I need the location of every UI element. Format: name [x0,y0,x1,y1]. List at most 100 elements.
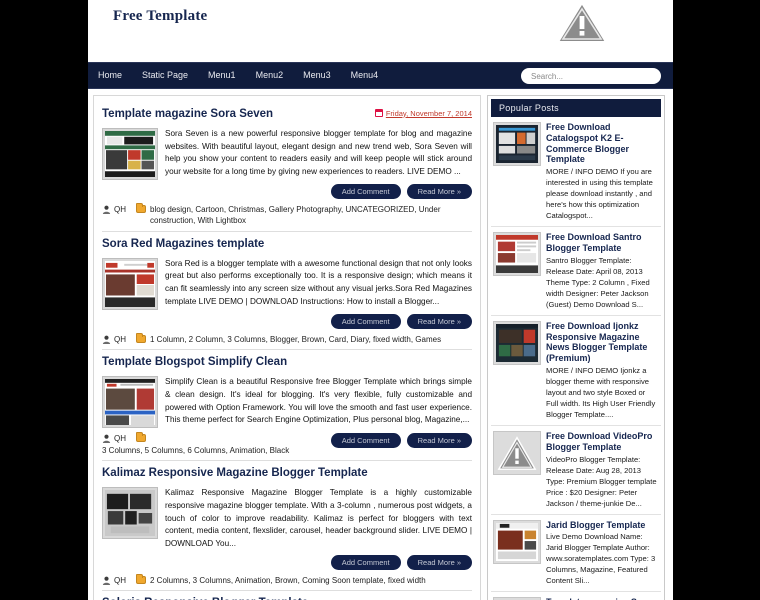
post-thumbnail[interactable] [102,127,158,180]
nav-item-home[interactable]: Home [88,62,132,89]
nav-item-menu3[interactable]: Menu3 [293,62,341,89]
post-excerpt: Kalimaz Responsive Magazine Blogger Temp… [165,488,472,548]
post-item: Kalimaz Responsive Magazine Blogger Temp… [102,461,472,592]
popular-post-title[interactable]: Jarid Blogger Template [546,520,659,531]
add-comment-button[interactable]: Add Comment [330,554,401,570]
sora-seven-thumb-icon [105,130,155,177]
post-meta: QH 3 Columns, 5 Columns, 6 Columns, Anim… [102,432,472,457]
post-date-label: Friday, November 7, 2014 [385,108,472,118]
post-body: Simplify Clean is a beautiful Responsive… [102,376,472,429]
post-author[interactable]: QH [114,433,126,445]
site-title[interactable]: Free Template [113,8,207,25]
popular-post-snippet: VideoPro Blogger Template: Release Date:… [546,454,657,508]
add-comment-button[interactable]: Add Comment [330,183,401,199]
popular-post-title[interactable]: Free Download Catalogspot K2 E-Commerce … [546,122,659,165]
read-more-button[interactable]: Read More » [406,313,472,329]
popular-post-thumbnail[interactable] [493,122,541,166]
post-author[interactable]: QH [114,575,126,587]
post-labels[interactable]: blog design, Cartoon, Christmas, Gallery… [150,204,472,227]
popular-post-body: Free Download Ijonkz Responsive Magazine… [546,321,659,420]
santro-thumb-icon [496,235,538,274]
read-more-button[interactable]: Read More » [406,433,472,449]
kalimaz-thumb-icon [105,490,155,537]
warning-triangle-icon [496,433,538,472]
post-header: Template Blogspot Simplify Clean [102,353,472,376]
folder-icon [136,573,146,584]
post-actions: Add Comment Read More » [102,554,472,570]
post-thumbnail[interactable] [102,257,158,310]
catalogspot-thumb-icon [496,125,538,163]
user-icon [102,205,111,214]
post-labels[interactable]: 1 Column, 2 Column, 3 Columns, Blogger, … [150,334,472,346]
post-thumbnail[interactable] [102,487,158,540]
content-area: Template magazine Sora Seven Friday, Nov… [88,89,673,600]
site-header: Free Template [88,0,673,62]
nav-item-menu4[interactable]: Menu4 [341,62,389,89]
post-title[interactable]: Kalimaz Responsive Magazine Blogger Temp… [102,467,368,481]
post-date[interactable]: Friday, November 7, 2014 [374,108,472,118]
post-body: Sora Red is a blogger template with a aw… [102,257,472,310]
popular-post-title[interactable]: Free Download Ijonkz Responsive Magazine… [546,321,659,364]
post-title[interactable]: Sora Red Magazines template [102,238,264,252]
post-header: Kalimaz Responsive Magazine Blogger Temp… [102,464,472,487]
post-actions: Add Comment Read More » [330,433,472,449]
search-input[interactable] [521,68,661,84]
list-item: Free Download Catalogspot K2 E-Commerce … [491,117,661,228]
simplify-clean-thumb-icon [105,379,155,426]
page-container: Free Template Home Static Page Menu1 Men… [88,0,673,600]
popular-post-thumbnail[interactable] [493,430,541,475]
popular-post-snippet: Santro Blogger Template: Release Date: A… [546,255,650,309]
read-more-button[interactable]: Read More » [406,554,472,570]
nav-item-static-page[interactable]: Static Page [132,62,198,89]
post-meta: QH 2 Columns, 3 Columns, Animation, Brow… [102,573,472,587]
popular-post-body: Free Download Santro Blogger Template Sa… [546,232,659,310]
nav-item-menu2[interactable]: Menu2 [246,62,294,89]
folder-icon [136,432,146,443]
post-thumbnail[interactable] [102,376,158,429]
post-body: Sora Seven is a new powerful responsive … [102,127,472,180]
sidebar-widget-title: Popular Posts [491,99,661,117]
popular-post-thumbnail[interactable] [493,519,541,564]
post-item: Template magazine Sora Seven Friday, Nov… [102,102,472,232]
jarid-thumb-icon [496,522,538,561]
add-comment-button[interactable]: Add Comment [330,433,401,449]
post-item: Template Blogspot Simplify Clean Simplif… [102,350,472,462]
nav-item-menu1[interactable]: Menu1 [198,62,246,89]
post-labels[interactable]: 3 Columns, 5 Columns, 6 Columns, Animati… [102,445,289,457]
sora-red-thumb-icon [105,260,155,307]
popular-post-snippet: MORE / INFO DEMO Ijonkz a blogger theme … [546,365,656,419]
post-item: Soloris Responsive Blogger Template Solo… [102,591,472,600]
popular-post-body: Free Download Catalogspot K2 E-Commerce … [546,122,659,221]
warning-triangle-icon [556,1,608,43]
popular-post-thumbnail[interactable] [493,320,541,365]
ijonkz-thumb-icon [496,323,538,362]
post-body: Kalimaz Responsive Magazine Blogger Temp… [102,487,472,551]
post-author[interactable]: QH [114,204,126,216]
post-excerpt: Sora Red is a blogger template with a aw… [165,258,472,306]
popular-post-body: Free Download VideoPro Blogger Template … [546,431,659,509]
post-title[interactable]: Template Blogspot Simplify Clean [102,356,287,370]
post-excerpt: Simplify Clean is a beautiful Responsive… [165,377,472,425]
post-excerpt: Sora Seven is a new powerful responsive … [165,128,472,176]
user-icon [102,434,111,444]
popular-post-title[interactable]: Free Download VideoPro Blogger Template [546,431,659,453]
main-posts-column: Template magazine Sora Seven Friday, Nov… [93,95,481,600]
post-meta: QH 1 Column, 2 Column, 3 Columns, Blogge… [102,332,472,346]
popular-post-title[interactable]: Free Download Santro Blogger Template [546,232,659,254]
calendar-icon [374,109,383,117]
post-header: Soloris Responsive Blogger Template [102,594,472,600]
user-icon [102,335,111,344]
post-labels[interactable]: 2 Columns, 3 Columns, Animation, Brown, … [150,575,472,587]
folder-icon [136,332,146,343]
add-comment-button[interactable]: Add Comment [330,313,401,329]
list-item: Template magazine Sora Seven Sora Seven … [491,592,661,600]
list-item: Free Download VideoPro Blogger Template … [491,426,661,515]
read-more-button[interactable]: Read More » [406,183,472,199]
list-item: Jarid Blogger Template Live Demo Downloa… [491,515,661,593]
post-meta-left: QH 3 Columns, 5 Columns, 6 Columns, Anim… [102,432,331,457]
popular-post-thumbnail[interactable] [493,232,541,277]
post-header: Template magazine Sora Seven Friday, Nov… [102,105,472,128]
post-author[interactable]: QH [114,334,126,346]
list-item: Free Download Ijonkz Responsive Magazine… [491,316,661,426]
post-title[interactable]: Template magazine Sora Seven [102,108,273,122]
